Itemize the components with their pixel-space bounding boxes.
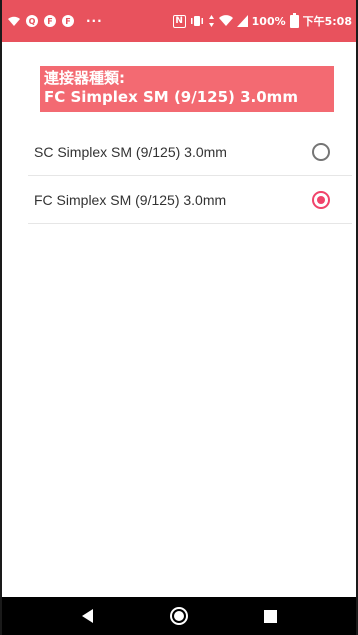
nfc-icon: N	[172, 14, 186, 28]
status-time: 下午5:08	[302, 15, 352, 28]
header-label: 連接器種類:	[44, 69, 125, 87]
option-label: SC Simplex SM (9/125) 3.0mm	[34, 143, 227, 160]
battery-icon	[289, 12, 299, 28]
connector-type-header: 連接器種類: FC Simplex SM (9/125) 3.0mm	[40, 66, 334, 112]
more-notifications-icon: ···	[86, 14, 103, 28]
recents-icon	[263, 609, 277, 623]
back-icon	[82, 609, 94, 623]
option-label: FC Simplex SM (9/125) 3.0mm	[34, 191, 227, 208]
home-icon	[169, 607, 188, 625]
recents-button[interactable]	[255, 601, 285, 631]
header-selected-value: FC Simplex SM (9/125) 3.0mm	[44, 88, 298, 106]
app-icon-1: F	[44, 15, 56, 27]
status-bar: Q F F ··· N 100% 下午5:08	[2, 0, 356, 42]
navigation-bar	[2, 597, 356, 635]
wifi-icon	[8, 16, 20, 27]
wifi-signal-icon	[218, 15, 233, 27]
signal-icon	[236, 15, 248, 27]
radio-unchecked-icon[interactable]	[312, 142, 330, 161]
status-left: Q F F ···	[8, 14, 103, 28]
vibrate-icon	[190, 15, 204, 27]
status-right: N 100% 下午5:08	[172, 12, 352, 29]
home-button[interactable]	[164, 601, 194, 631]
radio-checked-icon[interactable]	[312, 190, 330, 209]
option-sc-simplex[interactable]: SC Simplex SM (9/125) 3.0mm	[28, 128, 352, 176]
option-fc-simplex[interactable]: FC Simplex SM (9/125) 3.0mm	[28, 176, 352, 224]
battery-percent: 100%	[251, 14, 286, 28]
phone-screen: Q F F ··· N 100% 下午5:08 連接器種類: FC Simple…	[0, 0, 358, 635]
app-icon-2: F	[62, 15, 74, 27]
data-icon	[208, 15, 215, 27]
back-button[interactable]	[73, 601, 103, 631]
notification-icon: Q	[26, 15, 38, 27]
main-content: 連接器種類: FC Simplex SM (9/125) 3.0mm SC Si…	[2, 42, 356, 597]
